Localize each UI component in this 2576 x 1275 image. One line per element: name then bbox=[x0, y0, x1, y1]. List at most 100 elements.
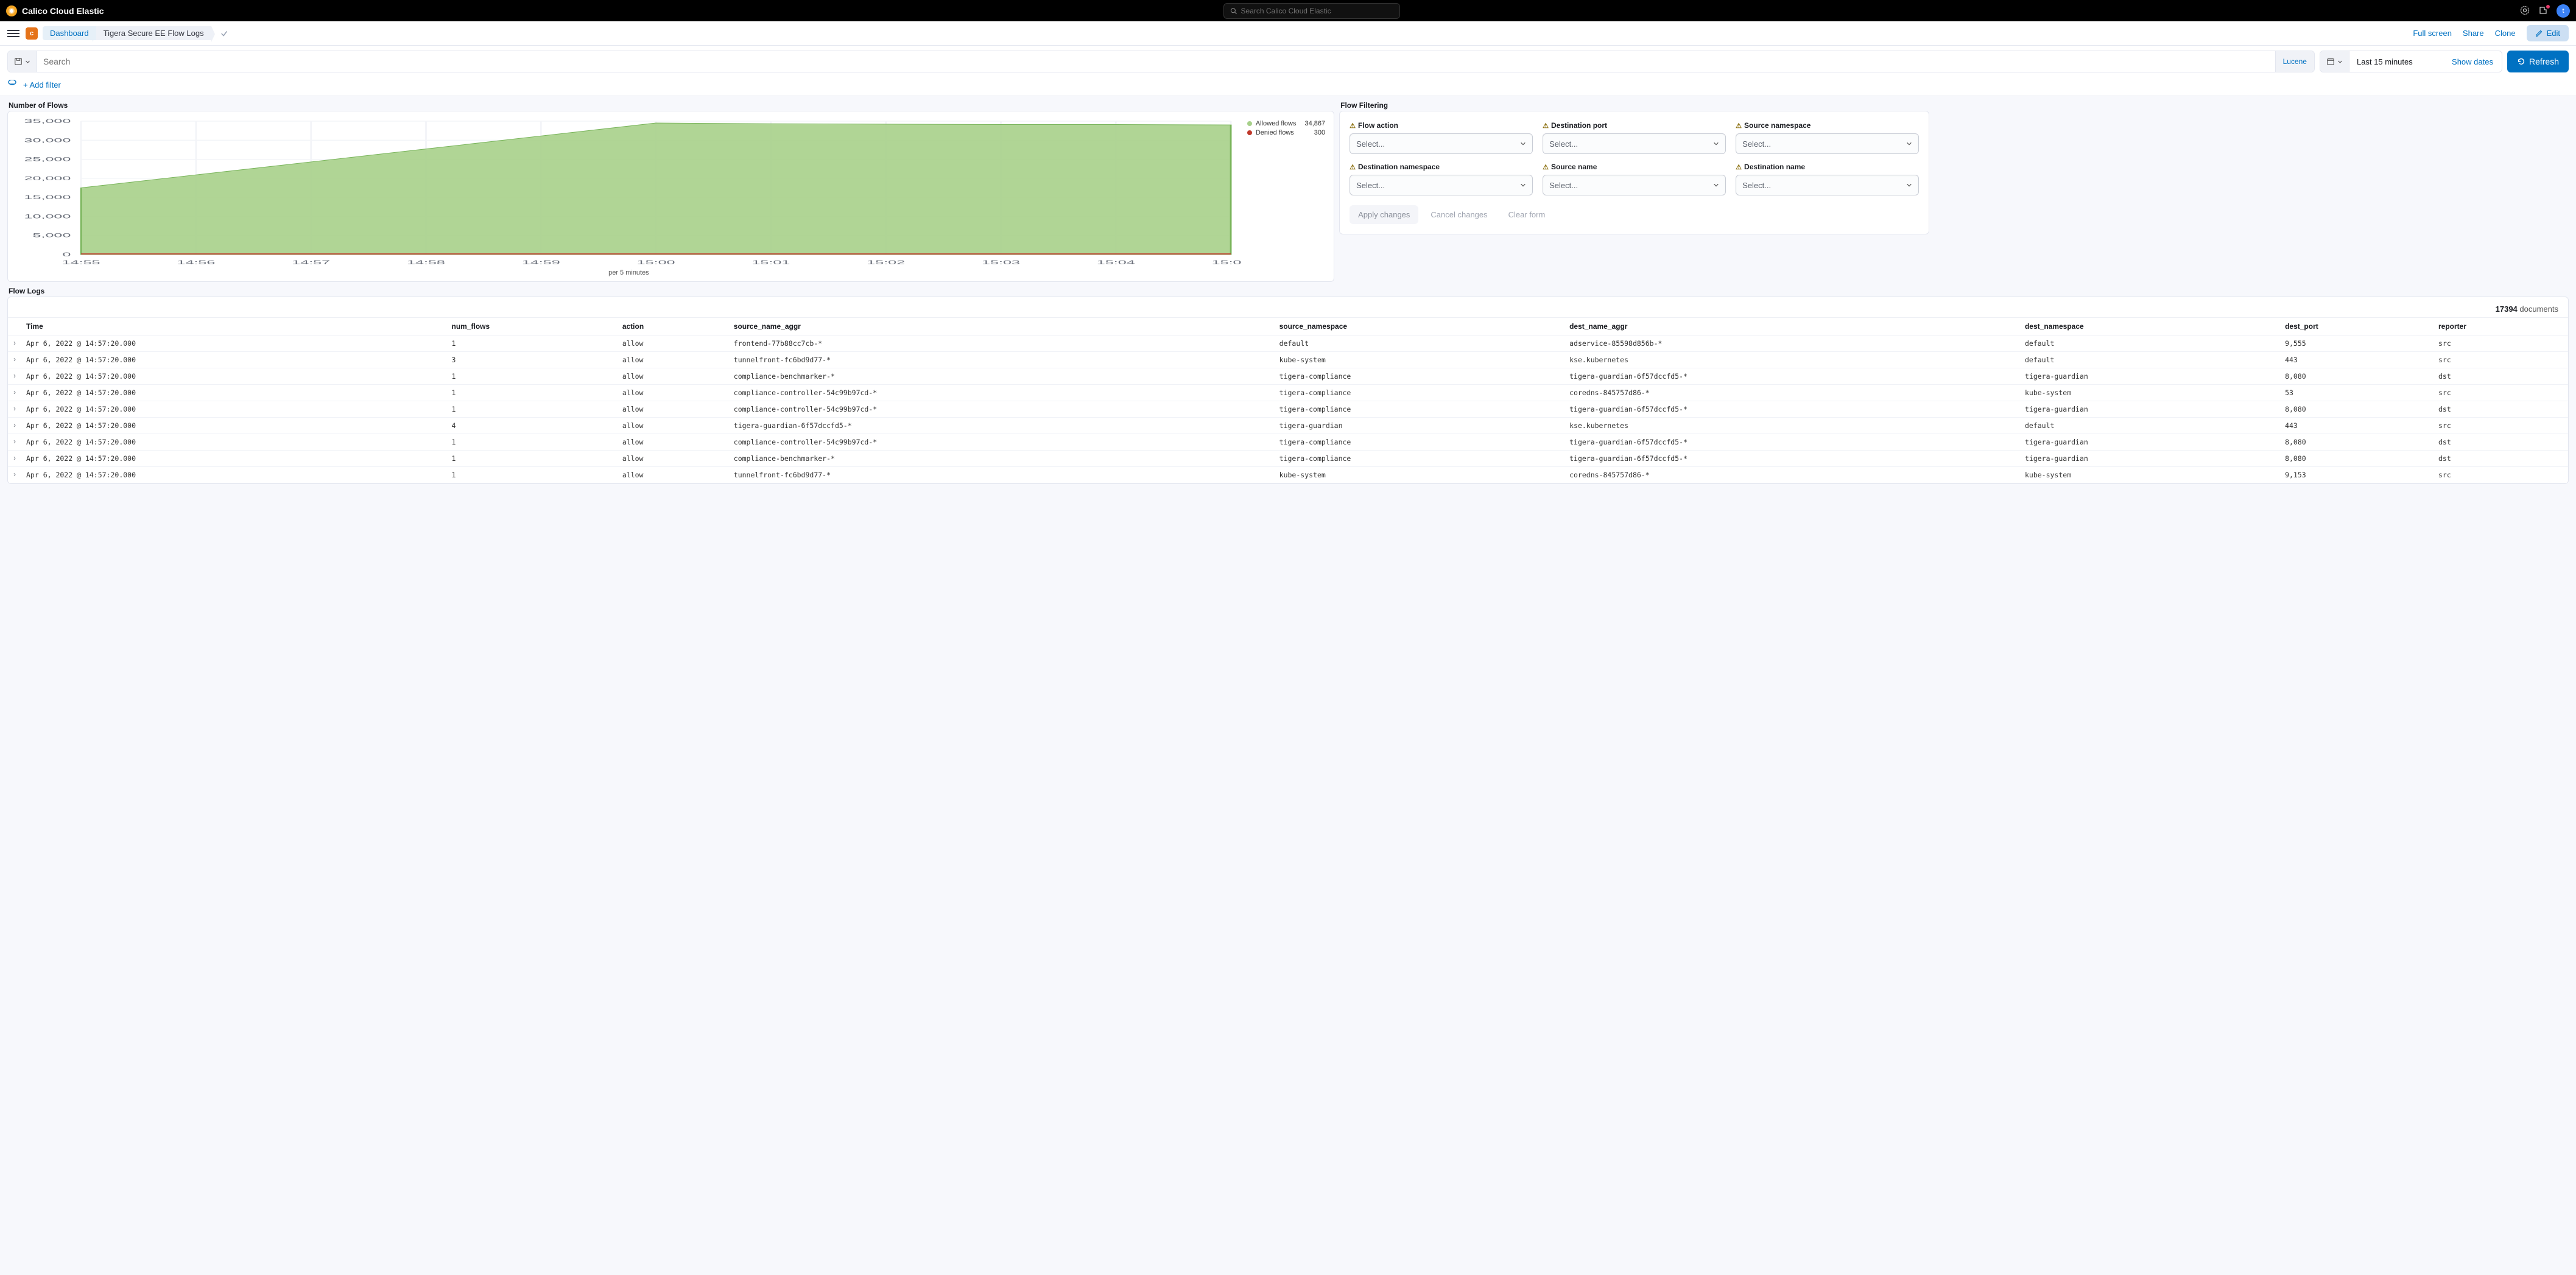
cancel-changes-button[interactable]: Cancel changes bbox=[1422, 205, 1496, 224]
expand-row-button[interactable]: › bbox=[8, 434, 21, 451]
table-cell: 1 bbox=[446, 467, 617, 483]
filter-select[interactable]: Select... bbox=[1543, 175, 1726, 195]
table-cell: 8,080 bbox=[2280, 368, 2433, 385]
breadcrumb: Dashboard Tigera Secure EE Flow Logs bbox=[43, 26, 211, 40]
edit-button[interactable]: Edit bbox=[2527, 25, 2569, 41]
show-dates-button[interactable]: Show dates bbox=[2443, 51, 2502, 72]
chevron-down-icon bbox=[1713, 182, 1719, 188]
table-header[interactable]: dest_name_aggr bbox=[1564, 318, 2020, 335]
table-cell: 1 bbox=[446, 401, 617, 418]
svg-text:15:00: 15:00 bbox=[637, 259, 675, 265]
table-cell: compliance-controller-54c99b97cd-* bbox=[729, 401, 1275, 418]
newsfeed-icon[interactable] bbox=[2538, 5, 2549, 16]
svg-text:14:55: 14:55 bbox=[62, 259, 100, 265]
add-filter-button[interactable]: + Add filter bbox=[23, 80, 61, 90]
time-range-text[interactable]: Last 15 minutes bbox=[2349, 51, 2443, 72]
expand-row-button[interactable]: › bbox=[8, 401, 21, 418]
table-cell: Apr 6, 2022 @ 14:57:20.000 bbox=[21, 335, 446, 352]
filter-select[interactable]: Select... bbox=[1736, 133, 1919, 154]
query-input[interactable] bbox=[37, 51, 2275, 72]
filter-toggle-icon[interactable] bbox=[7, 80, 17, 90]
fullscreen-button[interactable]: Full screen bbox=[2413, 29, 2452, 38]
help-icon[interactable] bbox=[2520, 5, 2531, 16]
table-header[interactable]: Time bbox=[21, 318, 446, 335]
table-cell: kube-system bbox=[2020, 385, 2280, 401]
table-header[interactable]: action bbox=[618, 318, 729, 335]
legend-item[interactable]: Denied flows 300 bbox=[1247, 129, 1325, 136]
warning-icon: ⚠ bbox=[1350, 122, 1356, 130]
svg-text:15:04: 15:04 bbox=[1097, 259, 1135, 265]
table-cell: default bbox=[2020, 418, 2280, 434]
flow-logs-title: Flow Logs bbox=[9, 287, 2569, 295]
table-row: ›Apr 6, 2022 @ 14:57:20.0001allowcomplia… bbox=[8, 451, 2568, 467]
table-row: ›Apr 6, 2022 @ 14:57:20.0003allowtunnelf… bbox=[8, 352, 2568, 368]
table-cell: allow bbox=[618, 401, 729, 418]
expand-row-button[interactable]: › bbox=[8, 335, 21, 352]
global-header: Calico Cloud Elastic t bbox=[0, 0, 2576, 21]
table-cell: 8,080 bbox=[2280, 401, 2433, 418]
filter-select[interactable]: Select... bbox=[1350, 175, 1533, 195]
query-lang-button[interactable]: Lucene bbox=[2275, 51, 2314, 72]
filter-field-label: ⚠Destination name bbox=[1736, 163, 1919, 171]
clone-button[interactable]: Clone bbox=[2495, 29, 2516, 38]
table-cell: 1 bbox=[446, 335, 617, 352]
filter-select[interactable]: Select... bbox=[1543, 133, 1726, 154]
filter-field-label: ⚠Source name bbox=[1543, 163, 1726, 171]
calendar-icon bbox=[2326, 57, 2335, 66]
legend-dot bbox=[1247, 130, 1252, 135]
breadcrumb-dashboard[interactable]: Dashboard bbox=[43, 26, 96, 40]
flow-filter-panel: ⚠Flow action Select... ⚠Destination port… bbox=[1339, 111, 1929, 234]
table-cell: tigera-guardian-6f57dccfd5-* bbox=[1564, 434, 2020, 451]
expand-row-button[interactable]: › bbox=[8, 418, 21, 434]
legend-item[interactable]: Allowed flows 34,867 bbox=[1247, 120, 1325, 127]
space-badge[interactable]: c bbox=[26, 27, 38, 40]
edit-label: Edit bbox=[2547, 29, 2560, 38]
apply-changes-button[interactable]: Apply changes bbox=[1350, 205, 1418, 224]
filter-select[interactable]: Select... bbox=[1350, 133, 1533, 154]
expand-row-button[interactable]: › bbox=[8, 352, 21, 368]
clear-form-button[interactable]: Clear form bbox=[1500, 205, 1554, 224]
chevron-down-icon bbox=[1906, 141, 1912, 147]
refresh-button[interactable]: Refresh bbox=[2507, 51, 2569, 72]
table-header[interactable]: reporter bbox=[2433, 318, 2568, 335]
table-header[interactable]: source_namespace bbox=[1275, 318, 1564, 335]
svg-text:0: 0 bbox=[62, 251, 71, 258]
nav-toggle-icon[interactable] bbox=[7, 27, 19, 40]
saved-query-button[interactable] bbox=[8, 51, 37, 72]
global-search-input[interactable] bbox=[1241, 7, 1394, 15]
filter-select[interactable]: Select... bbox=[1736, 175, 1919, 195]
warning-icon: ⚠ bbox=[1543, 163, 1549, 171]
table-cell: tigera-compliance bbox=[1275, 368, 1564, 385]
legend-dot bbox=[1247, 121, 1252, 126]
table-header[interactable]: dest_namespace bbox=[2020, 318, 2280, 335]
calendar-button[interactable] bbox=[2320, 51, 2349, 72]
expand-row-button[interactable]: › bbox=[8, 385, 21, 401]
expand-row-button[interactable]: › bbox=[8, 467, 21, 483]
global-search[interactable] bbox=[1223, 3, 1400, 19]
table-cell: 1 bbox=[446, 385, 617, 401]
table-cell: tigera-compliance bbox=[1275, 401, 1564, 418]
expand-row-button[interactable]: › bbox=[8, 368, 21, 385]
pencil-icon bbox=[2535, 29, 2543, 37]
expand-row-button[interactable]: › bbox=[8, 451, 21, 467]
table-cell: tigera-compliance bbox=[1275, 385, 1564, 401]
table-cell: adservice-85598d856b-* bbox=[1564, 335, 2020, 352]
warning-icon: ⚠ bbox=[1736, 122, 1742, 130]
legend-label: Denied flows bbox=[1256, 129, 1306, 136]
table-cell: src bbox=[2433, 418, 2568, 434]
table-header[interactable]: dest_port bbox=[2280, 318, 2433, 335]
user-avatar[interactable]: t bbox=[2557, 4, 2570, 18]
table-header[interactable]: num_flows bbox=[446, 318, 617, 335]
table-cell: default bbox=[2020, 352, 2280, 368]
share-button[interactable]: Share bbox=[2463, 29, 2484, 38]
table-cell: allow bbox=[618, 368, 729, 385]
table-cell: Apr 6, 2022 @ 14:57:20.000 bbox=[21, 434, 446, 451]
table-cell: allow bbox=[618, 335, 729, 352]
table-cell: src bbox=[2433, 467, 2568, 483]
table-cell: dst bbox=[2433, 434, 2568, 451]
filter-panel-title: Flow Filtering bbox=[1340, 101, 2569, 110]
table-cell: 8,080 bbox=[2280, 451, 2433, 467]
table-header[interactable]: source_name_aggr bbox=[729, 318, 1275, 335]
table-cell: src bbox=[2433, 352, 2568, 368]
table-cell: tigera-guardian-6f57dccfd5-* bbox=[1564, 451, 2020, 467]
